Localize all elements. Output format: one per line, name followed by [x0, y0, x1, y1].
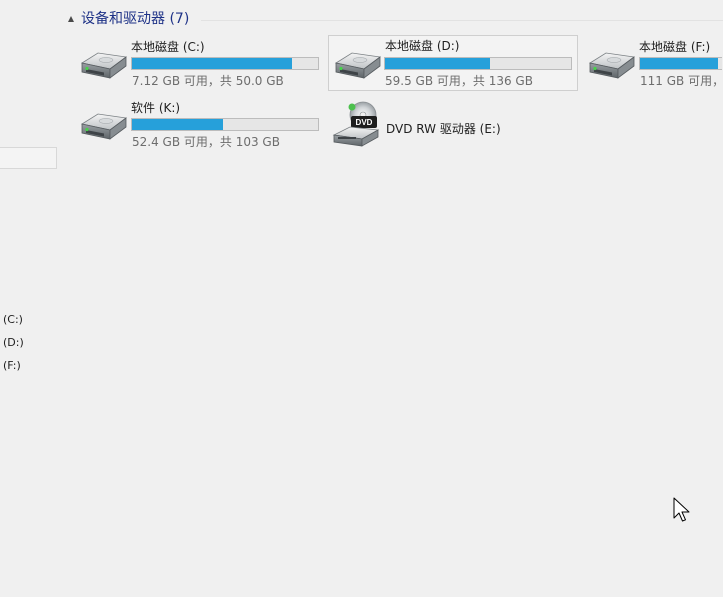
section-divider	[201, 20, 723, 21]
drive-name: 本地磁盘 (C:)	[131, 40, 205, 54]
usage-bar-fill	[640, 58, 719, 69]
drive-tile-d[interactable]: 本地磁盘 (D:) 59.5 GB 可用，共 136 GB	[328, 35, 578, 91]
hard-drive-icon	[586, 45, 636, 83]
usage-bar	[384, 57, 572, 70]
drive-name: 本地磁盘 (F:)	[639, 40, 711, 54]
drive-tile-k[interactable]: 软件 (K:) 52.4 GB 可用，共 103 GB	[77, 97, 327, 153]
hard-drive-icon	[78, 106, 128, 144]
section-title: 设备和驱动器 (7)	[81, 11, 190, 27]
nav-item-drive-d[interactable]: (D:)	[3, 336, 24, 349]
navigation-search-box[interactable]	[0, 147, 57, 169]
nav-item-drive-c[interactable]: (C:)	[3, 313, 23, 326]
hard-drive-icon	[78, 45, 128, 83]
usage-bar-fill	[132, 58, 292, 69]
dvd-badge: DVD	[356, 118, 373, 127]
drive-tile-c[interactable]: 本地磁盘 (C:) 7.12 GB 可用，共 50.0 GB	[77, 36, 327, 92]
usage-bar	[639, 57, 722, 70]
usage-bar-fill	[132, 119, 224, 130]
dvd-drive-icon: DVD	[332, 101, 380, 147]
collapse-triangle-icon[interactable]	[68, 16, 74, 22]
drive-name: DVD RW 驱动器 (E:)	[386, 122, 501, 136]
nav-item-drive-f[interactable]: (F:)	[3, 359, 21, 372]
drive-tile-f[interactable]: 本地磁盘 (F:) 111 GB 可用，共	[585, 36, 723, 92]
dvd-drive-tile[interactable]: DVD DVD RW 驱动器 (E:)	[329, 98, 579, 150]
drive-free-space: 59.5 GB 可用，共 136 GB	[385, 74, 533, 88]
drive-free-space: 7.12 GB 可用，共 50.0 GB	[132, 74, 284, 88]
drive-name: 软件 (K:)	[131, 101, 181, 115]
hard-drive-icon	[332, 45, 382, 83]
drive-name: 本地磁盘 (D:)	[385, 39, 460, 53]
usage-bar	[131, 57, 319, 70]
devices-section-header[interactable]: 设备和驱动器 (7)	[66, 10, 723, 30]
usage-bar-fill	[385, 58, 490, 69]
drive-free-space: 111 GB 可用，共	[640, 74, 723, 88]
usage-bar	[131, 118, 319, 131]
mouse-pointer-icon	[673, 497, 690, 522]
drive-free-space: 52.4 GB 可用，共 103 GB	[132, 135, 280, 149]
